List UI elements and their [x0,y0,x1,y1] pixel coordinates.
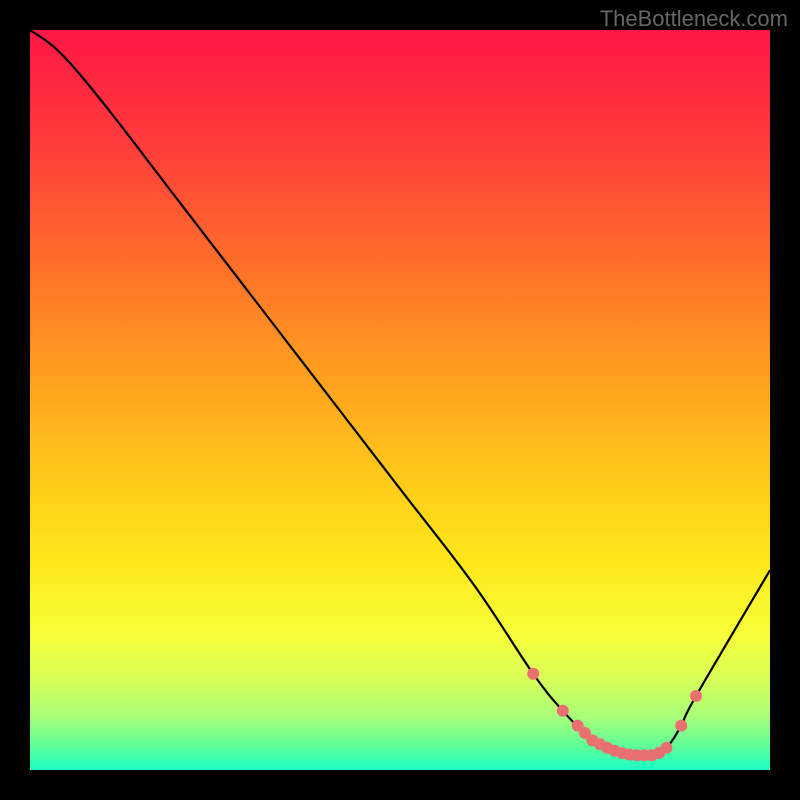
chart-frame [30,30,770,770]
watermark-text: TheBottleneck.com [600,6,788,32]
marker-point [660,742,672,754]
marker-point [675,720,687,732]
marker-group [527,668,702,761]
marker-point [557,705,569,717]
curve-layer [30,30,770,770]
bottleneck-curve [30,30,770,756]
marker-point [527,668,539,680]
marker-point [690,690,702,702]
